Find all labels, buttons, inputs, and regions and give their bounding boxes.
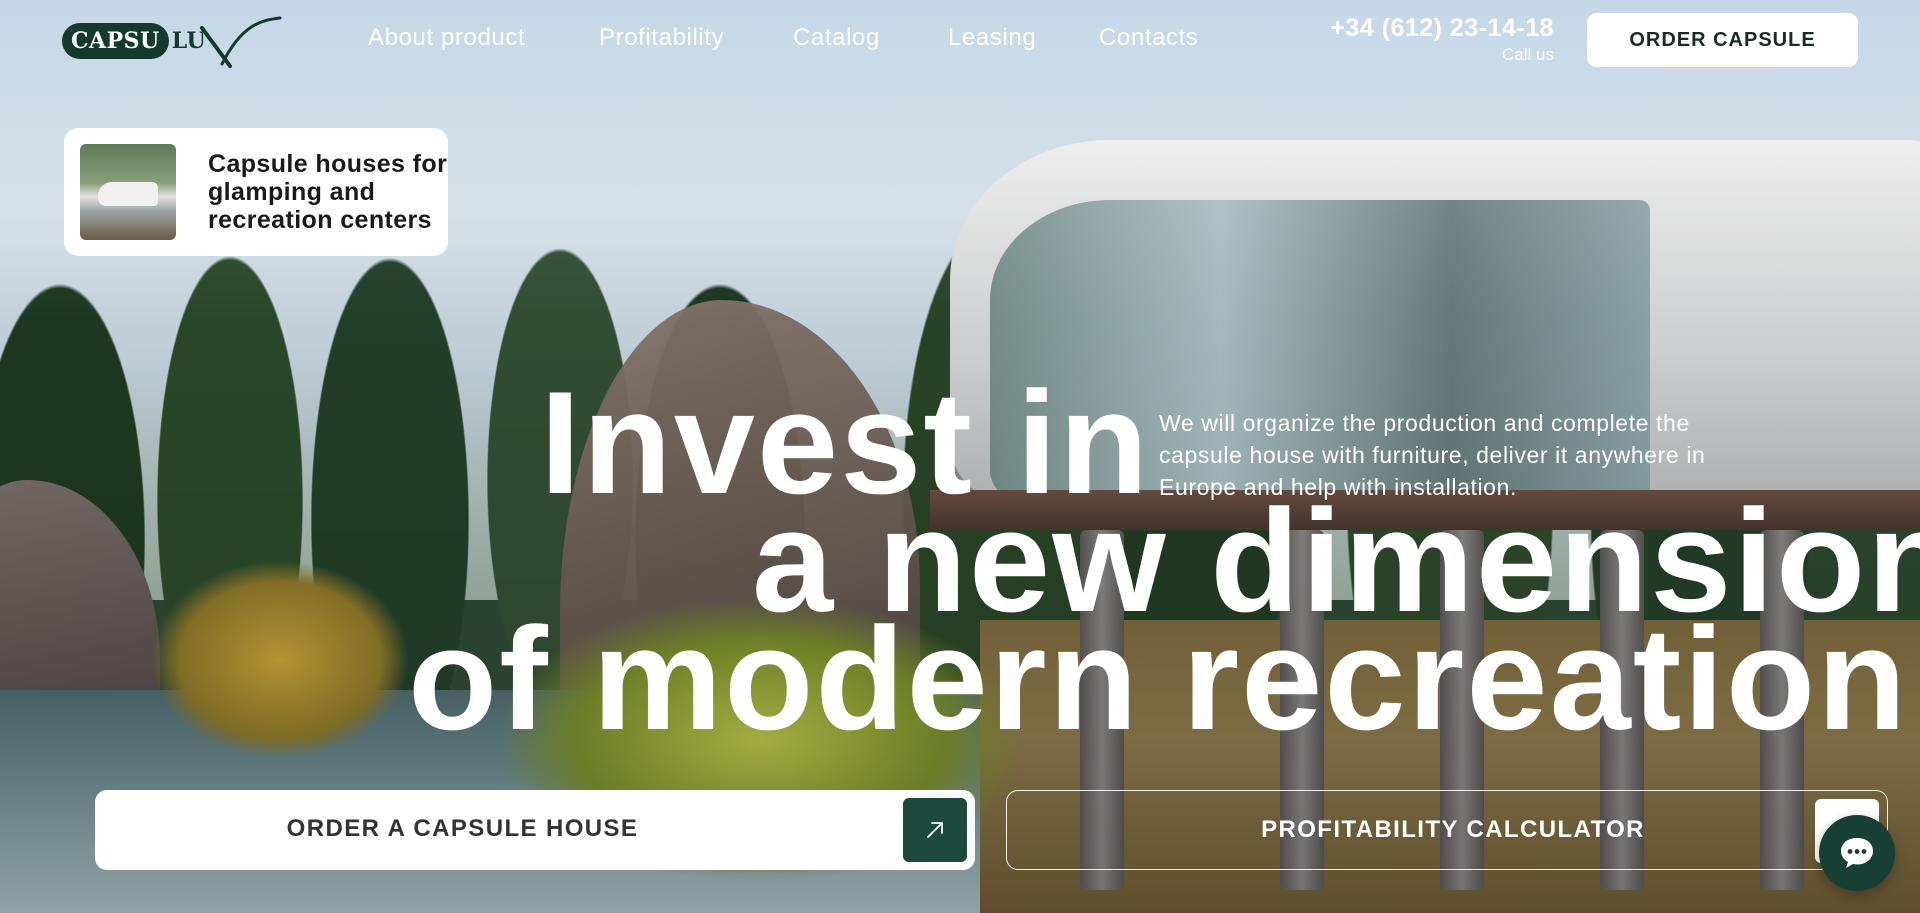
- logo-badge: CAPSU: [62, 23, 169, 59]
- phone-caption: Call us: [1502, 45, 1554, 64]
- profitability-calculator-label: PROFITABILITY CALCULATOR: [1261, 816, 1645, 843]
- logo-swoosh-icon: [200, 16, 282, 68]
- nav-item-catalog[interactable]: Catalog: [793, 24, 880, 52]
- order-capsule-house-button[interactable]: ORDER A CAPSULE HOUSE: [95, 790, 975, 870]
- nav-item-about-product[interactable]: About product: [368, 24, 525, 52]
- nav-item-leasing[interactable]: Leasing: [948, 24, 1036, 52]
- promo-thumbnail: [80, 144, 176, 240]
- profitability-calculator-button[interactable]: PROFITABILITY CALCULATOR: [1006, 790, 1888, 870]
- nav-item-contacts[interactable]: Contacts: [1099, 24, 1199, 52]
- nav-item-profitability[interactable]: Profitability: [599, 24, 724, 52]
- logo[interactable]: CAPSU LU: [62, 12, 282, 70]
- promo-text: Capsule houses for glamping and recreati…: [208, 150, 448, 234]
- order-capsule-button[interactable]: ORDER CAPSULE: [1587, 13, 1858, 67]
- arrow-up-right-icon: [903, 798, 967, 862]
- order-capsule-house-label: ORDER A CAPSULE HOUSE: [286, 815, 639, 842]
- chat-bubble-icon[interactable]: [1819, 815, 1895, 891]
- hero-description: We will organize the production and comp…: [1159, 410, 1706, 500]
- phone-number[interactable]: +34 (612) 23-14-18: [1330, 14, 1554, 43]
- promo-card[interactable]: Capsule houses for glamping and recreati…: [64, 128, 448, 256]
- hero-line-3: of modern recreation: [408, 597, 1909, 760]
- phone-block: +34 (612) 23-14-18 Call us: [1330, 14, 1554, 65]
